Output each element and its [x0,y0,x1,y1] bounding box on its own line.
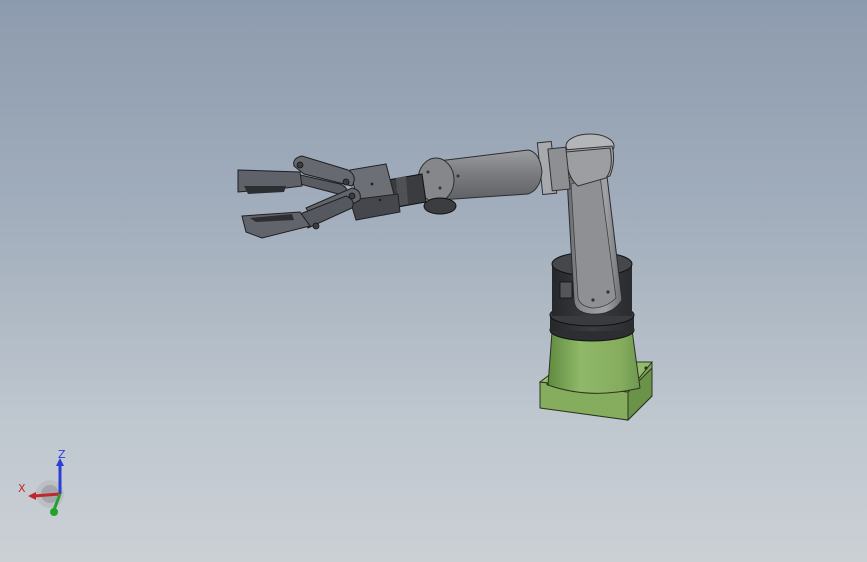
forearm-link[interactable] [417,149,543,203]
upper-arm-link[interactable] [566,167,623,315]
orientation-triad: Z X [18,448,66,516]
z-axis-label: Z [58,448,66,461]
robot-arm-model[interactable] [0,0,867,562]
x-axis-label: X [18,482,26,495]
gripper-lower-finger[interactable] [241,187,361,239]
x-axis-arrow [33,492,61,498]
gripper-upper-finger[interactable] [237,155,355,197]
graphics-viewport[interactable]: Z X [0,0,867,562]
